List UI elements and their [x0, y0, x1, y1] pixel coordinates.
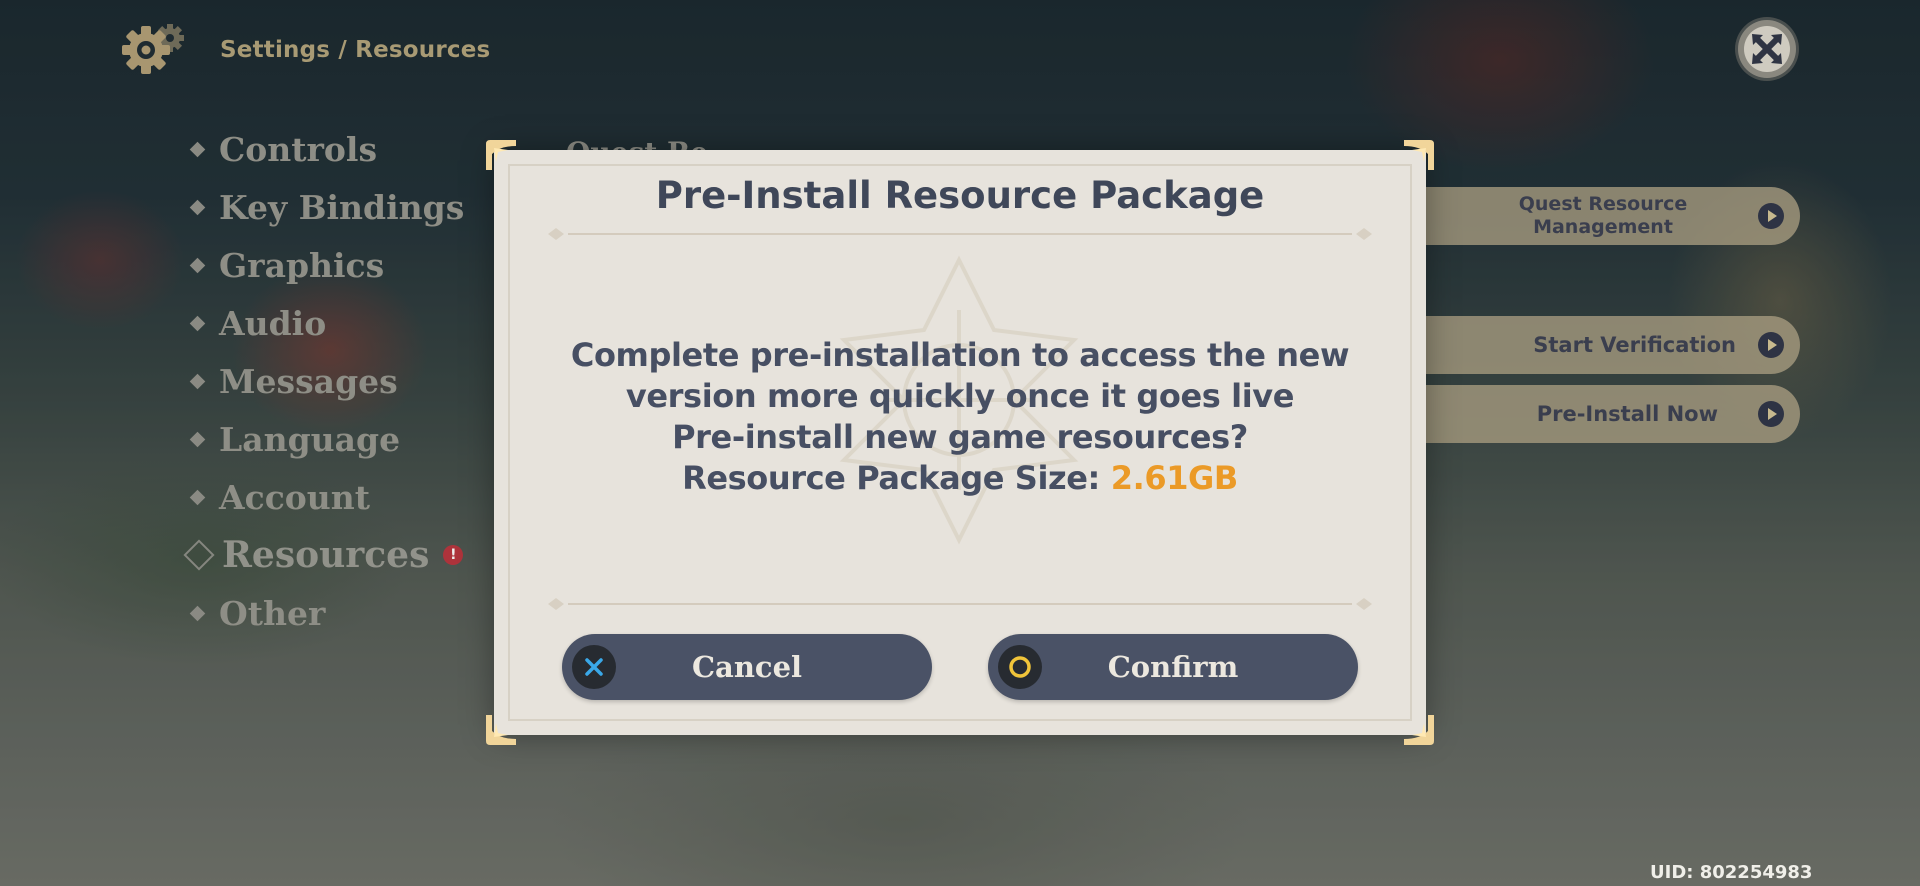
- cancel-label: Cancel: [691, 650, 803, 684]
- diamond-bullet-icon: [189, 373, 206, 390]
- sidebar-item-label: Resources: [222, 534, 430, 576]
- pre-install-now-button[interactable]: Pre-Install Now: [1380, 385, 1800, 443]
- sidebar-item-audio[interactable]: Audio: [189, 304, 327, 343]
- cancel-button[interactable]: Cancel: [562, 634, 932, 700]
- gear-icon: [118, 20, 190, 80]
- dialog-title: Pre-Install Resource Package: [655, 174, 1265, 217]
- diamond-bullet-icon: [189, 605, 206, 622]
- confirm-button[interactable]: Confirm: [988, 634, 1358, 700]
- sidebar-item-controls[interactable]: Controls: [189, 130, 378, 169]
- sidebar-item-label: Other: [219, 594, 326, 633]
- message-line: Pre-install new game resources?: [672, 418, 1248, 456]
- diamond-bullet-icon: [189, 315, 206, 332]
- diamond-bullet-icon: [189, 257, 206, 274]
- sidebar-item-label: Audio: [219, 304, 327, 343]
- sidebar-item-graphics[interactable]: Graphics: [189, 246, 385, 285]
- sidebar-item-account[interactable]: Account: [189, 478, 371, 517]
- sidebar-item-label: Messages: [219, 362, 398, 401]
- sidebar-item-messages[interactable]: Messages: [189, 362, 398, 401]
- diamond-bullet-icon: [189, 199, 206, 216]
- alert-badge-icon: !: [443, 545, 464, 565]
- dialog-message: Complete pre-installation to access the …: [494, 335, 1426, 499]
- sidebar-item-other[interactable]: Other: [189, 594, 326, 633]
- circle-button-icon: [998, 645, 1042, 689]
- message-line: Complete pre-installation to access the …: [570, 336, 1350, 374]
- sidebar-item-label: Account: [219, 478, 371, 517]
- cross-button-icon: [572, 645, 616, 689]
- diamond-bullet-icon: [189, 141, 206, 158]
- sidebar-item-label: Graphics: [219, 246, 385, 285]
- close-button[interactable]: [1738, 20, 1796, 78]
- sidebar-item-resources[interactable]: Resources !: [183, 534, 464, 576]
- player-uid: UID: 802254983: [1650, 862, 1813, 883]
- package-size-line: Resource Package Size: 2.61GB: [494, 458, 1426, 499]
- sidebar-item-key-bindings[interactable]: Key Bindings: [189, 188, 465, 227]
- message-line: version more quickly once it goes live: [625, 377, 1295, 415]
- corner-ornament-icon: [1404, 715, 1434, 745]
- start-verification-button[interactable]: Start Verification: [1380, 316, 1800, 374]
- package-size-value: 2.61GB: [1110, 459, 1239, 497]
- breadcrumb: Settings / Resources: [220, 37, 491, 63]
- ornamental-divider: [548, 598, 1372, 610]
- pre-install-dialog: Pre-Install Resource Package Complete pr…: [486, 140, 1434, 745]
- play-arrow-icon: [1758, 203, 1784, 229]
- play-arrow-icon: [1758, 332, 1784, 358]
- sidebar-item-label: Language: [219, 420, 401, 459]
- settings-header: Settings / Resources: [118, 20, 490, 80]
- play-arrow-icon: [1758, 401, 1784, 427]
- diamond-bullet-icon: [189, 489, 206, 506]
- package-size-label: Resource Package Size:: [682, 459, 1111, 497]
- corner-ornament-icon: [486, 140, 516, 170]
- sidebar-item-label: Controls: [219, 130, 378, 169]
- diamond-bullet-icon: [189, 431, 206, 448]
- corner-ornament-icon: [1404, 140, 1434, 170]
- action-label: Pre-Install Now: [1536, 402, 1718, 426]
- sidebar-item-language[interactable]: Language: [189, 420, 401, 459]
- sidebar-item-label: Key Bindings: [219, 188, 465, 227]
- quest-resource-management-button[interactable]: Quest Resource Management: [1380, 187, 1800, 245]
- action-label: Quest Resource Management: [1518, 193, 1688, 238]
- corner-ornament-icon: [486, 715, 516, 745]
- action-label: Start Verification: [1533, 333, 1736, 357]
- confirm-label: Confirm: [1107, 650, 1239, 684]
- close-icon: [1752, 34, 1782, 64]
- ornamental-divider: [548, 228, 1372, 240]
